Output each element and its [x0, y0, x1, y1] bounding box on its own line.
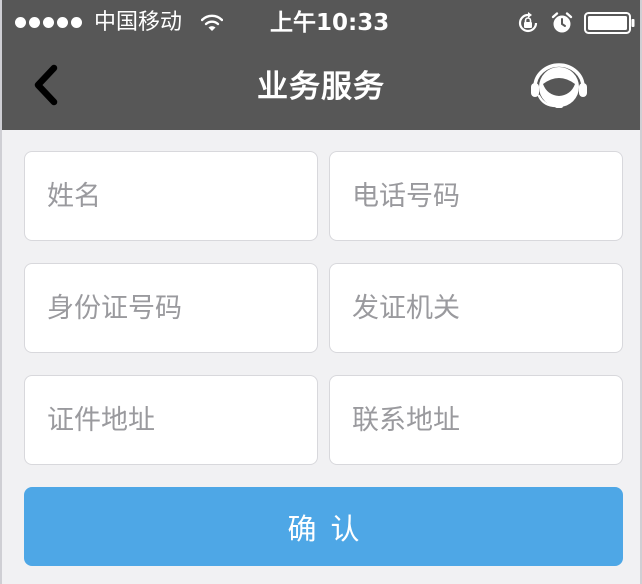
id-number-field[interactable]	[24, 263, 318, 353]
alarm-clock-icon	[551, 12, 573, 33]
signal-strength-icon	[15, 17, 82, 28]
phone-number-field[interactable]	[329, 151, 623, 241]
status-bar: 中国移动 上午10:33	[2, 0, 640, 44]
name-field[interactable]	[24, 151, 318, 241]
customer-support-button[interactable]	[530, 62, 588, 112]
signal-dot	[57, 17, 68, 28]
signal-dot	[29, 17, 40, 28]
headset-support-icon	[531, 63, 587, 108]
signal-dot	[43, 17, 54, 28]
id-address-field[interactable]	[24, 375, 318, 465]
navigation-bar: 业务服务	[2, 44, 640, 130]
signal-dot	[15, 17, 26, 28]
app-header: 中国移动 上午10:33 业务服务	[2, 0, 640, 130]
status-time: 上午10:33	[270, 10, 390, 36]
rotation-lock-icon	[518, 12, 538, 33]
battery-icon	[584, 12, 635, 34]
signal-dot	[71, 17, 82, 28]
issuing-authority-field[interactable]	[329, 263, 623, 353]
wifi-icon	[201, 14, 223, 31]
phone-screen: 中国移动 上午10:33 业务服务 姓名 电话号码 身份证号码 发证机关 证件地…	[0, 0, 642, 584]
confirm-button[interactable]: 确认	[24, 487, 623, 566]
service-form: 确认	[2, 130, 640, 584]
contact-address-field[interactable]	[329, 375, 623, 465]
carrier-name: 中国移动	[94, 10, 183, 35]
